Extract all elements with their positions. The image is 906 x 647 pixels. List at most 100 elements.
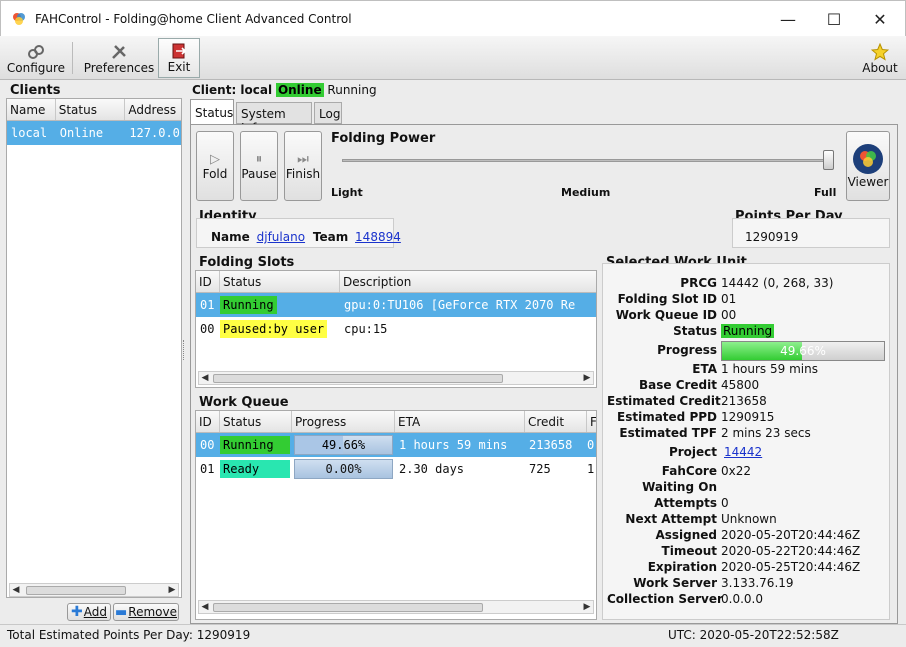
link-icon xyxy=(28,45,44,59)
wu-field-value: 2020-05-25T20:44:46Z xyxy=(721,560,861,574)
exit-icon xyxy=(172,43,187,59)
slots-column-id[interactable]: ID xyxy=(196,271,220,292)
splitter-handle[interactable] xyxy=(183,340,186,360)
preferences-button[interactable]: Preferences xyxy=(82,38,156,78)
close-button[interactable]: ✕ xyxy=(857,5,903,33)
wu-field-value: 1 hours 59 mins xyxy=(721,362,818,376)
identity-row: Name djfulano Team 148894 xyxy=(211,230,401,244)
team-link[interactable]: 148894 xyxy=(355,230,401,244)
column-name[interactable]: Name xyxy=(7,99,56,120)
slot-row[interactable]: 00 Paused:by user cpu:15 xyxy=(196,317,596,341)
scroll-left-icon[interactable]: ◀ xyxy=(199,601,211,613)
slot-id: 00 xyxy=(200,322,215,336)
scroll-right-icon[interactable]: ▶ xyxy=(581,372,593,384)
queue-eta: 1 hours 59 mins xyxy=(399,438,508,452)
wu-field-label: FahCore xyxy=(661,464,717,478)
wu-field-label: Timeout xyxy=(661,544,717,558)
slot-row[interactable]: 01 Running gpu:0:TU106 [GeForce RTX 2070… xyxy=(196,293,596,317)
slots-header: ID Status Description xyxy=(196,271,596,293)
queue-scrollbar[interactable]: ◀ ▶ xyxy=(198,600,594,614)
viewer-icon xyxy=(853,144,883,174)
project-link[interactable]: 14442 xyxy=(724,445,762,459)
queue-row[interactable]: 01 Ready 0.00% 2.30 days 725 1 xyxy=(196,457,596,481)
wu-field-label: Status xyxy=(673,324,717,338)
donor-name-link[interactable]: djfulano xyxy=(257,230,305,244)
viewer-label: Viewer xyxy=(847,175,889,189)
wu-field-value: 3.133.76.19 xyxy=(721,576,794,590)
tab-log[interactable]: Log xyxy=(314,102,342,124)
scroll-right-icon[interactable]: ▶ xyxy=(166,584,178,596)
tab-status[interactable]: Status xyxy=(190,99,234,124)
viewer-button[interactable]: Viewer xyxy=(846,131,890,201)
scroll-thumb[interactable] xyxy=(213,603,483,612)
queue-column-extra[interactable]: F xyxy=(587,411,596,432)
scroll-left-icon[interactable]: ◀ xyxy=(10,584,22,596)
queue-column-progress[interactable]: Progress xyxy=(292,411,395,432)
wu-progress-bar: 49.66% xyxy=(721,341,885,361)
queue-column-status[interactable]: Status xyxy=(220,411,292,432)
maximize-button[interactable]: ☐ xyxy=(811,5,857,33)
toolbar: Configure Preferences Exit About xyxy=(0,36,906,80)
queue-column-credit[interactable]: Credit xyxy=(525,411,587,432)
exit-button[interactable]: Exit xyxy=(158,38,200,78)
wu-field-value: 1290915 xyxy=(721,410,775,424)
scroll-right-icon[interactable]: ▶ xyxy=(581,601,593,613)
slots-column-status[interactable]: Status xyxy=(220,271,340,292)
finish-label: Finish xyxy=(285,166,321,181)
fold-label: Fold xyxy=(202,166,228,181)
client-online-badge: Online xyxy=(275,83,324,97)
app-icon xyxy=(13,13,25,25)
minimize-button[interactable]: — xyxy=(765,5,811,33)
queue-row[interactable]: 00 Running 49.66% 1 hours 59 mins 213658… xyxy=(196,433,596,457)
wu-field-value: 2 mins 23 secs xyxy=(721,426,811,440)
maximize-icon: ☐ xyxy=(826,9,842,29)
column-address[interactable]: Address xyxy=(125,99,181,120)
column-status[interactable]: Status xyxy=(56,99,126,120)
folding-slots-table: ID Status Description 01 Running gpu:0:T… xyxy=(195,270,597,388)
wu-field-value: 213658 xyxy=(721,394,767,408)
exit-label: Exit xyxy=(167,60,191,74)
wu-field-value: 0x22 xyxy=(721,464,752,478)
clients-scrollbar[interactable]: ◀ ▶ xyxy=(9,583,179,597)
fold-button[interactable]: ▷ Fold xyxy=(196,131,234,201)
tab-system-info[interactable]: System Info xyxy=(236,102,312,135)
slots-scrollbar[interactable]: ◀ ▶ xyxy=(198,371,594,385)
scroll-thumb[interactable] xyxy=(213,374,503,383)
ppd-value: 1290919 xyxy=(745,230,799,244)
queue-column-id[interactable]: ID xyxy=(196,411,220,432)
clients-header: Name Status Address xyxy=(7,99,181,121)
about-button[interactable]: About xyxy=(858,38,902,78)
wu-field-label: Estimated PPD xyxy=(617,410,717,424)
queue-progress-bar: 49.66% xyxy=(294,435,393,455)
slot-description: gpu:0:TU106 [GeForce RTX 2070 Re xyxy=(344,298,576,312)
slots-column-description[interactable]: Description xyxy=(340,271,596,292)
tools-icon xyxy=(112,45,126,59)
configure-button[interactable]: Configure xyxy=(4,38,68,78)
wu-progress-text: 49.66% xyxy=(780,344,826,358)
client-state: Running xyxy=(327,83,377,97)
wu-field-value: 0.0.0.0 xyxy=(721,592,763,606)
power-medium-label: Medium xyxy=(561,186,611,199)
queue-progress-text: 0.00% xyxy=(325,462,362,476)
finish-icon: ⏭ xyxy=(297,151,309,167)
about-label: About xyxy=(862,61,898,75)
power-slider-track[interactable] xyxy=(342,159,834,162)
scroll-left-icon[interactable]: ◀ xyxy=(199,372,211,384)
remove-client-button[interactable]: ▬ Remove xyxy=(113,603,179,621)
wu-field-label: Estimated Credit xyxy=(607,394,721,408)
wu-field-label: Waiting On xyxy=(642,480,717,494)
queue-column-eta[interactable]: ETA xyxy=(395,411,525,432)
finish-button[interactable]: ⏭ Finish xyxy=(284,131,322,201)
client-label: Client: local xyxy=(192,83,273,97)
pause-button[interactable]: ⏸ Pause xyxy=(240,131,278,201)
power-slider-thumb[interactable] xyxy=(823,150,834,170)
wu-field-label: Work Queue ID xyxy=(615,308,717,322)
add-client-button[interactable]: ✚ Add xyxy=(67,603,111,621)
wu-field-value: 2020-05-20T20:44:46Z xyxy=(721,528,861,542)
client-address: 127.0.0. xyxy=(129,126,181,140)
client-row[interactable]: local Online 127.0.0. xyxy=(7,121,181,145)
wu-field-label: Progress xyxy=(657,343,717,357)
wu-field-label: Next Attempt xyxy=(625,512,717,526)
queue-id: 01 xyxy=(200,462,215,476)
scroll-thumb[interactable] xyxy=(26,586,126,595)
